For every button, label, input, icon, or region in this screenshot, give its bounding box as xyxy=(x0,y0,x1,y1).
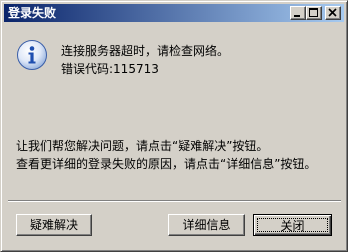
close-button[interactable]: 关闭 xyxy=(253,214,332,236)
minimize-button[interactable] xyxy=(290,6,306,20)
troubleshoot-button[interactable]: 疑难解决 xyxy=(16,214,92,236)
maximize-icon xyxy=(309,8,318,17)
details-hint: 查看更详细的登录失败的原因，请点击“详细信息”按钮。 xyxy=(16,157,317,171)
minimize-icon xyxy=(294,15,300,17)
error-message: 连接服务器超时，请检查网络。 xyxy=(61,44,230,58)
close-window-button[interactable] xyxy=(325,6,341,20)
separator xyxy=(8,200,341,202)
info-icon xyxy=(16,39,48,71)
window-title: 登录失败 xyxy=(8,6,57,20)
close-icon xyxy=(328,8,337,17)
error-code: 错误代码:115713 xyxy=(61,62,159,76)
title-bar[interactable]: 登录失败 xyxy=(4,4,344,22)
maximize-button[interactable] xyxy=(306,6,322,20)
login-failed-dialog: 登录失败 连接服务器超时，请检查网络。 错误代码:115713 让我们帮您解决问… xyxy=(0,0,348,252)
troubleshoot-hint: 让我们帮您解决问题，请点击“疑难解决”按钮。 xyxy=(16,139,269,153)
details-button[interactable]: 详细信息 xyxy=(168,214,245,236)
close-button-label: 关闭 xyxy=(257,218,328,233)
